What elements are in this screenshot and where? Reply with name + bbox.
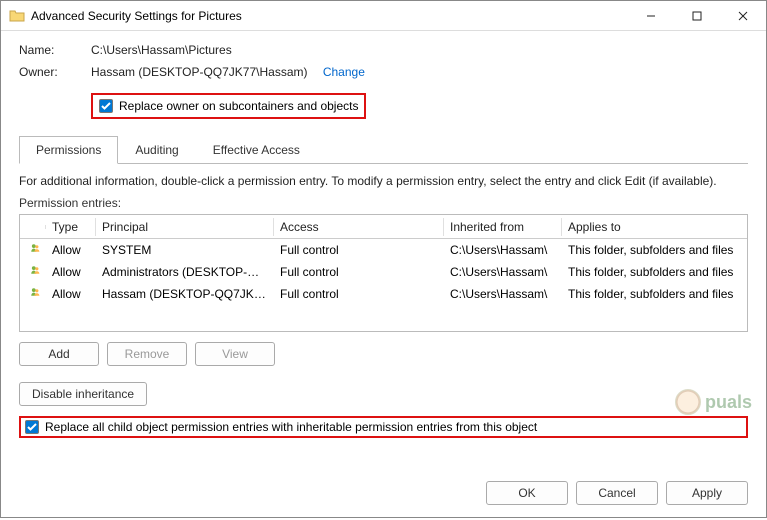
mascot-icon bbox=[675, 389, 701, 415]
replace-child-label: Replace all child object permission entr… bbox=[45, 420, 537, 434]
tab-permissions[interactable]: Permissions bbox=[19, 136, 118, 164]
view-button[interactable]: View bbox=[195, 342, 275, 366]
user-icon bbox=[30, 242, 40, 258]
remove-button[interactable]: Remove bbox=[107, 342, 187, 366]
cell-principal: SYSTEM bbox=[96, 241, 274, 259]
cell-inherited: C:\Users\Hassam\ bbox=[444, 241, 562, 259]
name-label: Name: bbox=[19, 43, 91, 57]
user-icon bbox=[30, 286, 40, 302]
minimize-button[interactable] bbox=[628, 1, 674, 31]
col-applies[interactable]: Applies to bbox=[562, 218, 743, 236]
cell-applies: This folder, subfolders and files bbox=[562, 285, 743, 303]
col-access[interactable]: Access bbox=[274, 218, 444, 236]
cell-type: Allow bbox=[46, 241, 96, 259]
tabs: Permissions Auditing Effective Access bbox=[19, 135, 748, 164]
cell-access: Full control bbox=[274, 241, 444, 259]
change-owner-link[interactable]: Change bbox=[323, 65, 365, 79]
permission-table: Type Principal Access Inherited from App… bbox=[19, 214, 748, 332]
cell-access: Full control bbox=[274, 285, 444, 303]
table-row[interactable]: AllowSYSTEMFull controlC:\Users\Hassam\T… bbox=[20, 239, 747, 261]
watermark: puals bbox=[675, 389, 752, 415]
cancel-button[interactable]: Cancel bbox=[576, 481, 658, 505]
owner-label: Owner: bbox=[19, 65, 91, 79]
table-row[interactable]: AllowAdministrators (DESKTOP-QQ...Full c… bbox=[20, 261, 747, 283]
replace-owner-checkbox[interactable] bbox=[99, 99, 113, 113]
cell-type: Allow bbox=[46, 263, 96, 281]
cell-principal: Administrators (DESKTOP-QQ... bbox=[96, 263, 274, 281]
cell-inherited: C:\Users\Hassam\ bbox=[444, 263, 562, 281]
security-settings-window: Advanced Security Settings for Pictures … bbox=[0, 0, 767, 518]
replace-child-checkbox[interactable] bbox=[25, 420, 39, 434]
info-text: For additional information, double-click… bbox=[19, 174, 748, 188]
close-button[interactable] bbox=[720, 1, 766, 31]
name-value: C:\Users\Hassam\Pictures bbox=[91, 43, 748, 57]
col-type[interactable]: Type bbox=[46, 218, 96, 236]
disable-inheritance-button[interactable]: Disable inheritance bbox=[19, 382, 147, 406]
cell-applies: This folder, subfolders and files bbox=[562, 263, 743, 281]
user-icon bbox=[30, 264, 40, 280]
replace-owner-row: Replace owner on subcontainers and objec… bbox=[91, 93, 366, 119]
titlebar: Advanced Security Settings for Pictures bbox=[1, 1, 766, 31]
cell-principal: Hassam (DESKTOP-QQ7JK77\... bbox=[96, 285, 274, 303]
replace-child-row: Replace all child object permission entr… bbox=[19, 416, 748, 438]
table-row[interactable]: AllowHassam (DESKTOP-QQ7JK77\...Full con… bbox=[20, 283, 747, 305]
ok-button[interactable]: OK bbox=[486, 481, 568, 505]
tab-effective-access[interactable]: Effective Access bbox=[196, 136, 317, 164]
maximize-button[interactable] bbox=[674, 1, 720, 31]
table-header: Type Principal Access Inherited from App… bbox=[20, 215, 747, 239]
folder-icon bbox=[9, 8, 25, 24]
window-title: Advanced Security Settings for Pictures bbox=[31, 9, 628, 23]
cell-access: Full control bbox=[274, 263, 444, 281]
cell-inherited: C:\Users\Hassam\ bbox=[444, 285, 562, 303]
apply-button[interactable]: Apply bbox=[666, 481, 748, 505]
owner-value: Hassam (DESKTOP-QQ7JK77\Hassam) bbox=[91, 65, 308, 79]
cell-type: Allow bbox=[46, 285, 96, 303]
replace-owner-label: Replace owner on subcontainers and objec… bbox=[119, 99, 358, 113]
col-principal[interactable]: Principal bbox=[96, 218, 274, 236]
entries-label: Permission entries: bbox=[19, 196, 748, 210]
add-button[interactable]: Add bbox=[19, 342, 99, 366]
tab-auditing[interactable]: Auditing bbox=[118, 136, 195, 164]
dialog-footer: OK Cancel Apply bbox=[1, 471, 766, 517]
col-inherited[interactable]: Inherited from bbox=[444, 218, 562, 236]
cell-applies: This folder, subfolders and files bbox=[562, 241, 743, 259]
